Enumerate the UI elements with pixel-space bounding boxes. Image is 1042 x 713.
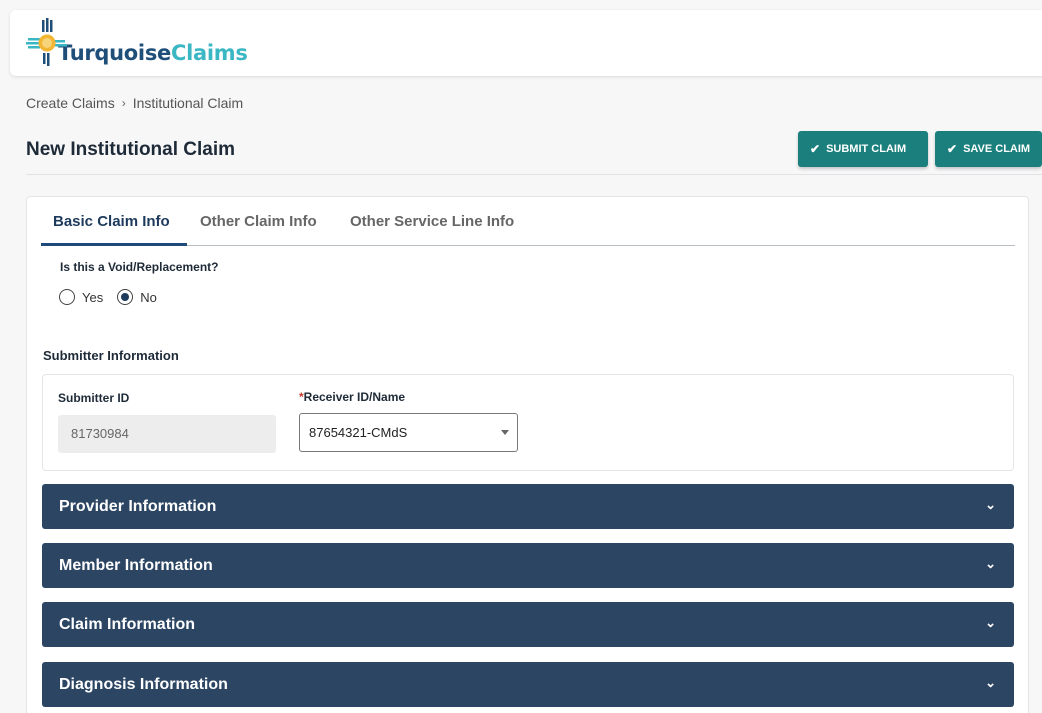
void-replacement-question: Is this a Void/Replacement? xyxy=(60,260,219,274)
chevron-down-icon: ⌄ xyxy=(985,497,996,512)
claim-tabs: Basic Claim Info Other Claim Info Other … xyxy=(41,197,1015,246)
submitter-information-title: Submitter Information xyxy=(43,348,179,363)
logo-text-part2: Claims xyxy=(170,41,248,65)
member-information-accordion[interactable]: Member Information ⌄ xyxy=(42,543,1014,588)
claim-information-title: Claim Information xyxy=(59,615,196,633)
submit-claim-button[interactable]: ✔ SUBMIT CLAIM xyxy=(798,131,928,167)
receiver-id-value: 87654321-CMdS xyxy=(309,425,408,440)
submitter-id-label: Submitter ID xyxy=(58,391,130,405)
provider-information-accordion[interactable]: Provider Information ⌄ xyxy=(42,484,1014,529)
provider-information-title: Provider Information xyxy=(59,497,217,515)
submitter-information-box: Submitter ID 81730984 *Receiver ID/Name … xyxy=(42,374,1014,471)
void-replacement-radio-group: Yes No xyxy=(59,289,171,305)
app-header: TurquoiseClaims xyxy=(10,10,1042,76)
turquoise-claims-logo[interactable]: TurquoiseClaims xyxy=(26,18,248,68)
radio-yes-label: Yes xyxy=(82,289,104,305)
chevron-down-icon: ⌄ xyxy=(985,556,996,571)
radio-no-label: No xyxy=(140,289,157,305)
title-divider xyxy=(26,174,1042,175)
claim-information-accordion[interactable]: Claim Information ⌄ xyxy=(42,602,1014,647)
checkmark-icon: ✔ xyxy=(947,142,958,156)
save-claim-button[interactable]: ✔ SAVE CLAIM xyxy=(935,131,1042,167)
submitter-id-field: 81730984 xyxy=(58,415,276,453)
chevron-down-icon: ⌄ xyxy=(985,615,996,630)
breadcrumb-separator-icon: › xyxy=(121,96,126,110)
checkmark-icon: ✔ xyxy=(810,142,821,156)
tab-basic-claim-info[interactable]: Basic Claim Info xyxy=(53,213,170,230)
receiver-id-label-group: *Receiver ID/Name xyxy=(299,390,405,404)
logo-text-part1: Turquoise xyxy=(58,41,171,65)
zia-sun-logo-icon xyxy=(26,18,68,68)
radio-yes[interactable] xyxy=(59,289,75,305)
page-title: New Institutional Claim xyxy=(26,139,236,160)
breadcrumb-item-create-claims[interactable]: Create Claims xyxy=(26,95,115,111)
diagnosis-information-accordion[interactable]: Diagnosis Information ⌄ xyxy=(42,662,1014,707)
save-claim-label: SAVE CLAIM xyxy=(963,143,1031,155)
radio-option-no[interactable]: No xyxy=(117,289,157,305)
breadcrumb-item-institutional-claim: Institutional Claim xyxy=(132,95,244,111)
receiver-id-label: Receiver ID/Name xyxy=(303,390,406,404)
chevron-down-icon: ⌄ xyxy=(985,675,996,690)
dropdown-caret-icon xyxy=(501,430,509,435)
submit-claim-label: SUBMIT CLAIM xyxy=(826,143,907,155)
receiver-id-select[interactable]: 87654321-CMdS xyxy=(299,413,518,452)
claim-form-card: Basic Claim Info Other Claim Info Other … xyxy=(26,196,1029,713)
diagnosis-information-title: Diagnosis Information xyxy=(59,675,228,693)
tab-other-claim-info[interactable]: Other Claim Info xyxy=(200,213,317,230)
logo-wordmark: TurquoiseClaims xyxy=(58,41,248,65)
radio-selected-dot xyxy=(121,293,130,301)
member-information-title: Member Information xyxy=(59,556,213,574)
tab-other-service-line-info[interactable]: Other Service Line Info xyxy=(350,213,514,230)
radio-option-yes[interactable]: Yes xyxy=(59,289,103,305)
radio-no[interactable] xyxy=(117,289,134,305)
breadcrumb: Create Claims › Institutional Claim xyxy=(26,95,243,111)
active-tab-indicator xyxy=(41,243,187,246)
